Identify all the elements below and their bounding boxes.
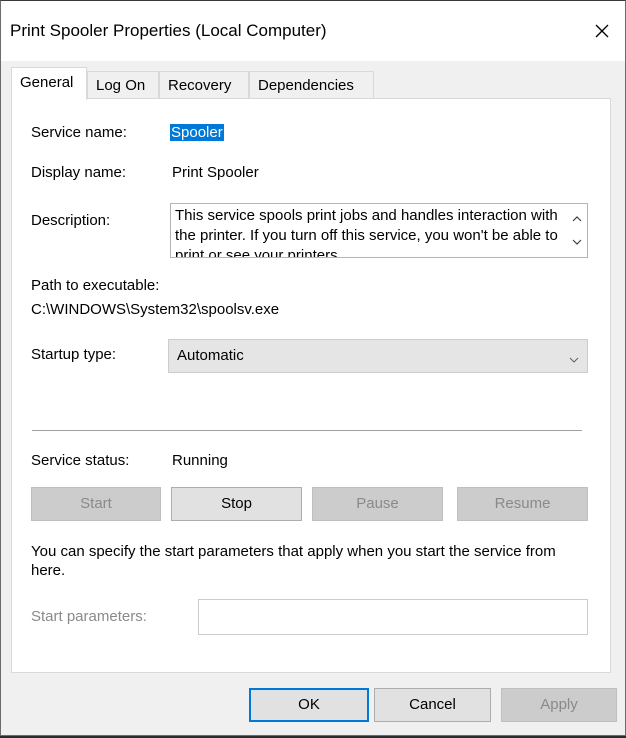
- cancel-button[interactable]: Cancel: [374, 688, 491, 722]
- service-status-value: Running: [172, 452, 228, 469]
- chevron-up-icon: [572, 216, 582, 222]
- description-label: Description:: [31, 212, 111, 229]
- window-title: Print Spooler Properties (Local Computer…: [10, 21, 327, 40]
- description-textbox[interactable]: This service spools print jobs and handl…: [170, 203, 588, 258]
- display-name-label: Display name:: [31, 164, 127, 181]
- tab-dependencies[interactable]: Dependencies: [249, 71, 374, 99]
- start-params-input[interactable]: [198, 599, 588, 635]
- display-name-value[interactable]: Print Spooler: [172, 164, 259, 181]
- service-status-label: Service status:: [31, 452, 130, 469]
- properties-dialog: Print Spooler Properties (Local Computer…: [0, 0, 626, 736]
- path-label: Path to executable:: [31, 277, 160, 294]
- description-text[interactable]: This service spools print jobs and handl…: [175, 206, 559, 257]
- scroll-up-button[interactable]: [567, 209, 587, 229]
- pause-button[interactable]: Pause: [312, 487, 443, 521]
- start-button[interactable]: Start: [31, 487, 161, 521]
- tab-log-on[interactable]: Log On: [87, 71, 159, 99]
- path-value[interactable]: C:\WINDOWS\System32\spoolsv.exe: [31, 301, 279, 318]
- service-name-value[interactable]: Spooler: [170, 124, 224, 141]
- close-button[interactable]: [579, 9, 625, 53]
- tab-strip: General Log On Recovery Dependencies: [11, 67, 611, 100]
- startup-type-dropdown[interactable]: Automatic: [168, 339, 588, 373]
- separator-line: [32, 430, 582, 431]
- service-name-selected-text[interactable]: Spooler: [170, 124, 224, 141]
- tab-general[interactable]: General: [11, 67, 87, 100]
- chevron-down-icon: [572, 239, 582, 245]
- startup-type-value: Automatic: [177, 347, 244, 364]
- startup-type-label: Startup type:: [31, 346, 117, 363]
- title-bar[interactable]: Print Spooler Properties (Local Computer…: [1, 1, 625, 61]
- tab-log-on-label: Log On: [96, 77, 146, 94]
- tab-recovery[interactable]: Recovery: [159, 71, 249, 99]
- start-params-hint: You can specify the start parameters tha…: [31, 543, 556, 579]
- chevron-down-icon: [569, 350, 579, 367]
- close-icon: [595, 24, 609, 38]
- tab-general-label: General: [20, 74, 74, 91]
- ok-button[interactable]: OK: [249, 688, 369, 722]
- general-tab-panel: Service name: Spooler Display name: Prin…: [11, 98, 611, 673]
- tab-dependencies-label: Dependencies: [258, 77, 354, 94]
- tab-recovery-label: Recovery: [168, 77, 232, 94]
- start-params-label: Start parameters:: [31, 608, 147, 625]
- resume-button[interactable]: Resume: [457, 487, 588, 521]
- service-name-label: Service name:: [31, 124, 127, 141]
- scroll-down-button[interactable]: [567, 232, 587, 252]
- stop-button[interactable]: Stop: [171, 487, 302, 521]
- apply-button[interactable]: Apply: [501, 688, 617, 722]
- description-scrollbar[interactable]: [567, 204, 587, 257]
